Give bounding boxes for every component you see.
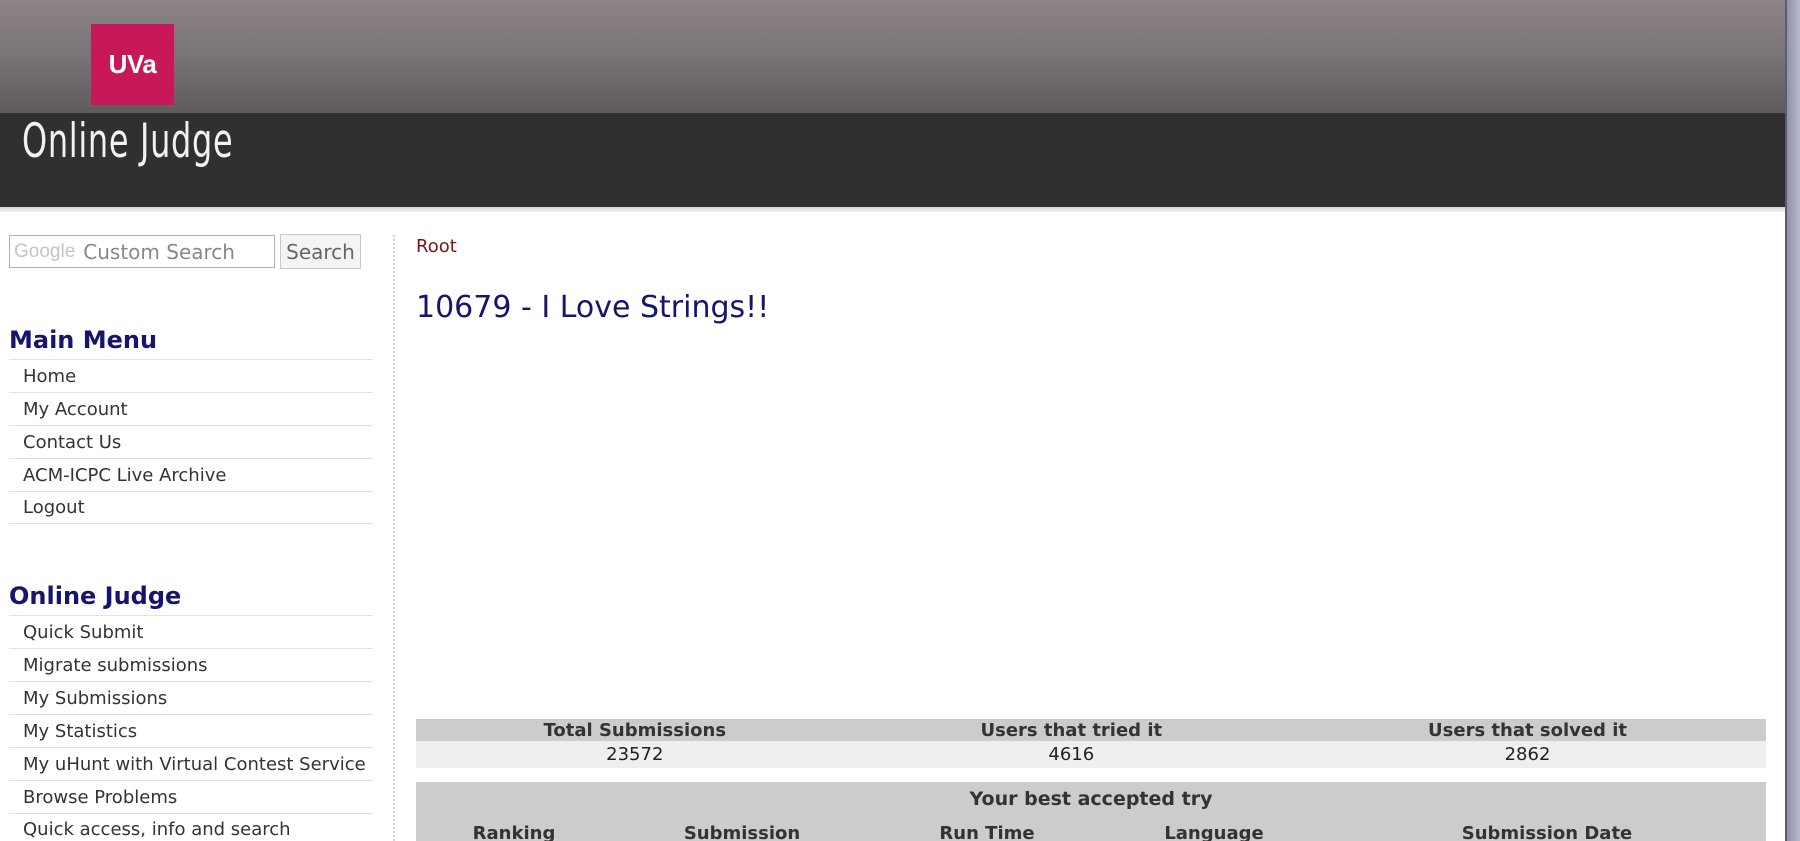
menu-item-browse-problems[interactable]: Browse Problems: [9, 780, 373, 813]
site-title: Online Judge: [22, 114, 234, 169]
best-col-submission: Submission: [683, 823, 801, 841]
problem-title: 10679 - I Love Strings!!: [416, 290, 770, 325]
online-judge-heading: Online Judge: [9, 582, 182, 610]
best-col-submission-date: Submission Date: [1461, 823, 1633, 841]
window-edge: [1785, 0, 1800, 841]
menu-item-my-submissions[interactable]: My Submissions: [9, 681, 373, 714]
header-bar: [0, 113, 1785, 207]
header-banner: [0, 0, 1785, 113]
best-accepted-try: Your best accepted try Ranking Submissio…: [416, 782, 1766, 841]
menu-item-uhunt[interactable]: My uHunt with Virtual Contest Service: [9, 747, 373, 780]
menu-item-quick-access[interactable]: Quick access, info and search: [9, 813, 373, 841]
menu-item-contact-us[interactable]: Contact Us: [9, 425, 373, 458]
stats-table: Total Submissions Users that tried it Us…: [416, 719, 1766, 768]
stats-header-total-submissions: Total Submissions: [416, 719, 854, 741]
sidebar-divider: [393, 235, 395, 841]
best-col-run-time: Run Time: [939, 823, 1035, 841]
stats-value-row: 23572 4616 2862: [416, 741, 1766, 768]
stats-total-submissions: 23572: [416, 741, 854, 768]
google-logo: Google: [14, 240, 76, 262]
stats-users-tried: 4616: [853, 741, 1290, 768]
main-menu: Home My Account Contact Us ACM-ICPC Live…: [9, 359, 373, 524]
breadcrumb-root[interactable]: Root: [416, 236, 457, 257]
menu-item-logout[interactable]: Logout: [9, 491, 373, 524]
stats-header-users-tried: Users that tried it: [853, 719, 1290, 741]
stats-users-solved: 2862: [1289, 741, 1766, 768]
search-placeholder: Custom Search: [83, 239, 235, 264]
menu-item-migrate-submissions[interactable]: Migrate submissions: [9, 648, 373, 681]
uva-logo[interactable]: UVa: [91, 24, 174, 105]
stats-header-row: Total Submissions Users that tried it Us…: [416, 719, 1766, 741]
menu-item-quick-submit[interactable]: Quick Submit: [9, 615, 373, 648]
main-menu-heading: Main Menu: [9, 326, 158, 354]
menu-item-home[interactable]: Home: [9, 359, 373, 392]
stats-header-users-solved: Users that solved it: [1289, 719, 1766, 741]
online-judge-menu: Quick Submit Migrate submissions My Subm…: [9, 615, 373, 841]
best-try-title: Your best accepted try: [969, 788, 1213, 810]
menu-item-live-archive[interactable]: ACM-ICPC Live Archive: [9, 458, 373, 491]
search-input[interactable]: Google Custom Search: [9, 235, 275, 268]
menu-item-my-statistics[interactable]: My Statistics: [9, 714, 373, 747]
search-button[interactable]: Search: [280, 234, 361, 269]
best-col-language: Language: [1164, 823, 1264, 841]
menu-item-my-account[interactable]: My Account: [9, 392, 373, 425]
header-divider: [0, 207, 1785, 212]
best-col-ranking: Ranking: [472, 823, 556, 841]
